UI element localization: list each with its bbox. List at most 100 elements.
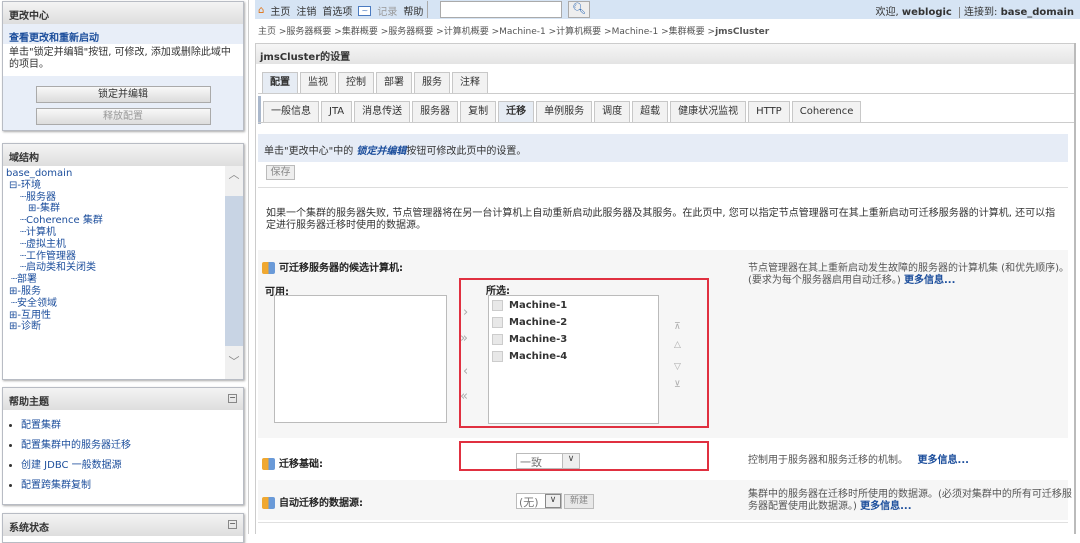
release-configuration-button[interactable]: 释放配置 <box>35 108 211 125</box>
move-top-icon[interactable]: ⊼ <box>674 322 681 332</box>
subtab-11[interactable]: Coherence <box>791 101 862 122</box>
chevron-down-icon[interactable]: ∨ <box>545 494 561 508</box>
help-link-configure-cluster[interactable]: 配置集群 <box>21 420 61 431</box>
tab-1[interactable]: 监视 <box>300 72 336 93</box>
domain-structure-panel: 域结构 base_domain ⊟-环境 ┈服务器 ⊞-集群 ┈Coherenc… <box>2 143 244 380</box>
tree-item-servers[interactable]: ┈服务器 <box>6 192 240 204</box>
breadcrumb-link[interactable]: 计算机概要 <box>444 27 489 37</box>
datasource-select[interactable]: (无) ∨ <box>516 493 562 509</box>
search-button[interactable]: 🔍︎ <box>568 1 590 18</box>
lock-and-edit-button[interactable]: 锁定并编辑 <box>35 86 211 103</box>
record-link[interactable]: 记录 <box>377 3 397 18</box>
tree-item-interoperability[interactable]: ⊞-互用性 <box>6 310 240 322</box>
config-warning-icon <box>262 262 275 274</box>
record-icon: ~ <box>358 5 372 16</box>
subtab-8[interactable]: 超载 <box>632 101 669 122</box>
breadcrumb-link[interactable]: 主页 <box>258 27 276 37</box>
chevron-down-icon[interactable]: ∨ <box>562 454 579 468</box>
move-all-left-icon[interactable]: « <box>460 389 468 404</box>
move-left-icon[interactable]: ‹ <box>463 364 468 379</box>
more-info-link[interactable]: 更多信息... <box>904 275 955 286</box>
chosen-item[interactable]: Machine-1 <box>492 299 655 312</box>
more-info-link[interactable]: 更多信息... <box>860 501 911 512</box>
tab-4[interactable]: 服务 <box>414 72 450 93</box>
move-all-right-icon[interactable]: » <box>460 331 468 346</box>
breadcrumb-link[interactable]: 集群概要 <box>669 27 705 37</box>
preferences-link[interactable]: 首选项 <box>322 3 352 18</box>
help-link[interactable]: 帮助 <box>403 3 423 18</box>
scroll-up-icon[interactable]: ︿ <box>225 166 243 184</box>
subtab-3[interactable]: 服务器 <box>412 101 459 122</box>
breadcrumb-link[interactable]: Machine-1 <box>499 27 546 37</box>
save-button[interactable]: 保存 <box>266 165 295 180</box>
search-input[interactable] <box>440 1 562 18</box>
more-info-link[interactable]: 更多信息... <box>918 455 969 466</box>
move-up-icon[interactable]: △ <box>674 340 681 350</box>
tree-item-deployments[interactable]: ┈部署 <box>6 274 240 286</box>
move-bottom-icon[interactable]: ⊻ <box>674 380 681 390</box>
home-link[interactable]: 主页 <box>270 3 290 18</box>
chosen-item[interactable]: Machine-4 <box>492 350 655 363</box>
change-center-panel: 更改中心 查看更改和重新启动 单击"锁定并编辑"按钮, 可修改, 添加或删除此域… <box>2 1 244 131</box>
subtab-6[interactable]: 单例服务 <box>536 101 593 122</box>
subtab-10[interactable]: HTTP <box>748 101 790 122</box>
system-status-panel: 系统状态 − <box>2 513 244 543</box>
collapse-icon[interactable]: − <box>228 520 237 529</box>
tree-item-security-realms[interactable]: ┈安全领域 <box>6 298 240 310</box>
tree-item-environment[interactable]: ⊟-环境 <box>6 180 240 192</box>
breadcrumb-separator: > <box>488 27 500 37</box>
help-link-server-migration[interactable]: 配置集群中的服务器迁移 <box>21 440 131 451</box>
breadcrumb-link[interactable]: Machine-1 <box>612 27 659 37</box>
logout-link[interactable]: 注销 <box>296 3 316 18</box>
username: weblogic <box>901 7 952 18</box>
tree-item-virtual-hosts[interactable]: ┈虚拟主机 <box>6 239 240 251</box>
subtab-9[interactable]: 健康状况监视 <box>670 101 747 122</box>
tab-2[interactable]: 控制 <box>338 72 374 93</box>
subtab-4[interactable]: 复制 <box>460 101 497 122</box>
breadcrumb-link[interactable]: 计算机概要 <box>556 27 601 37</box>
tree-scrollbar[interactable]: ︿ ﹀ <box>225 166 243 379</box>
breadcrumb-link[interactable]: 服务器概要 <box>286 27 331 37</box>
scroll-down-icon[interactable]: ﹀ <box>225 353 243 369</box>
collapse-icon[interactable]: − <box>228 394 237 403</box>
subtab-7[interactable]: 调度 <box>594 101 631 122</box>
change-center-message: 单击"锁定并编辑"按钮, 可修改, 添加或删除此域中的项目。 <box>3 44 243 76</box>
tab-3[interactable]: 部署 <box>376 72 412 93</box>
subtab-5[interactable]: 迁移 <box>498 101 535 122</box>
tree-item-machines[interactable]: ┈计算机 <box>6 227 240 239</box>
tree-item-startup-shutdown[interactable]: ┈启动类和关闭类 <box>6 262 240 274</box>
tree-item-services[interactable]: ⊞-服务 <box>6 286 240 298</box>
view-changes-link[interactable]: 查看更改和重新启动 <box>9 33 99 44</box>
tree-item-diagnostics[interactable]: ⊞-诊断 <box>6 321 240 333</box>
basis-help: 控制用于服务器和服务迁移的机制。 <box>748 455 908 466</box>
tree-root[interactable]: base_domain <box>6 168 240 180</box>
subtab-1[interactable]: JTA <box>321 101 353 122</box>
tab-5[interactable]: 注释 <box>452 72 488 93</box>
chosen-item[interactable]: Machine-3 <box>492 333 655 346</box>
chosen-list[interactable]: Machine-1 Machine-2 Machine-3 Machine-4 <box>488 295 659 424</box>
move-down-icon[interactable]: ▽ <box>674 362 681 372</box>
breadcrumb-separator: > <box>601 27 612 37</box>
tree-item-work-managers[interactable]: ┈工作管理器 <box>6 251 240 263</box>
config-warning-icon <box>262 458 275 470</box>
help-link-cross-cluster-replication[interactable]: 配置跨集群复制 <box>21 480 91 491</box>
tab-0[interactable]: 配置 <box>262 72 298 93</box>
chosen-item[interactable]: Machine-2 <box>492 316 655 329</box>
config-warning-icon <box>262 497 275 509</box>
scroll-thumb[interactable] <box>225 196 243 346</box>
available-list[interactable] <box>274 295 447 423</box>
move-right-icon[interactable]: › <box>463 305 468 320</box>
breadcrumb-link[interactable]: 服务器概要 <box>388 27 433 37</box>
tree-item-coherence-clusters[interactable]: ┈Coherence 集群 <box>6 215 240 227</box>
page-description: 如果一个集群的服务器失败, 节点管理器将在另一台计算机上自动重新启动此服务器及其… <box>266 208 1056 231</box>
subtab-2[interactable]: 消息传送 <box>354 101 411 122</box>
breadcrumb-separator: > <box>433 27 444 37</box>
help-link-jdbc-datasource[interactable]: 创建 JDBC 一般数据源 <box>21 460 122 471</box>
system-status-title: 系统状态 <box>9 523 49 534</box>
new-datasource-button[interactable]: 新建 <box>564 494 594 509</box>
subtab-0[interactable]: 一般信息 <box>263 101 319 122</box>
lock-edit-inline-link[interactable]: 锁定并编辑 <box>356 146 406 157</box>
breadcrumb-link[interactable]: 集群概要 <box>342 27 378 37</box>
migration-basis-select[interactable]: 一致 ∨ <box>516 453 580 469</box>
tree-item-clusters[interactable]: ⊞-集群 <box>6 203 240 215</box>
